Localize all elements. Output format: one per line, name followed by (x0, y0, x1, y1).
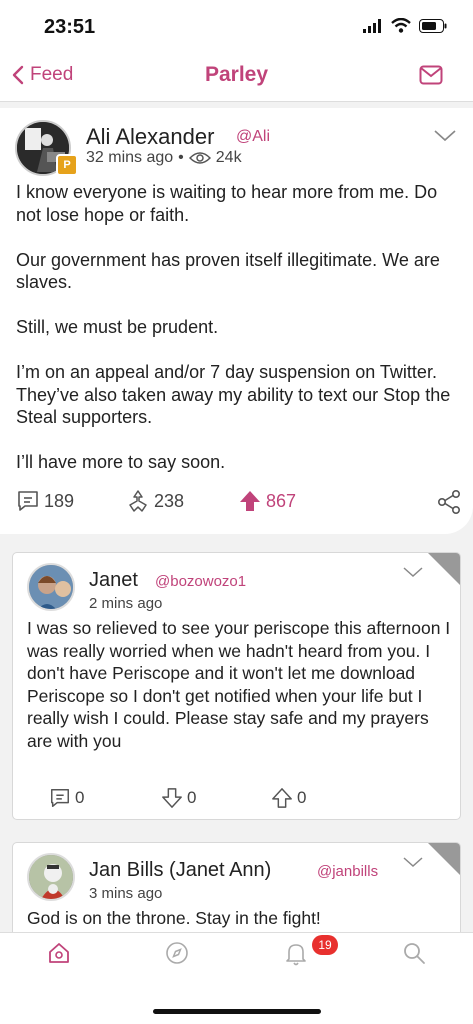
share-icon (437, 489, 460, 514)
verified-badge: P (56, 154, 78, 176)
chevron-down-icon[interactable] (434, 130, 456, 142)
post-body: I know everyone is waiting to hear more … (16, 182, 451, 472)
tab-discover[interactable] (165, 941, 189, 970)
comment-actions: 0 0 0 (49, 787, 449, 811)
comment-icon (51, 789, 69, 807)
upvote-count: 867 (266, 490, 297, 511)
comment-button[interactable]: 189 (16, 489, 74, 513)
bell-icon (286, 944, 306, 966)
echo-icon (129, 490, 147, 512)
post-actions: 189 238 867 (16, 489, 462, 519)
upvote-button[interactable]: 867 (238, 489, 296, 513)
home-icon (49, 943, 69, 963)
battery-icon (419, 18, 447, 33)
upvote-icon (272, 788, 292, 808)
avatar[interactable] (27, 563, 75, 611)
commenter-handle[interactable]: @bozowozo1 (155, 573, 246, 590)
meta-separator: • (178, 149, 184, 166)
post-meta: 32 mins ago • 24k (86, 149, 242, 167)
tab-search[interactable] (402, 941, 426, 970)
share-button[interactable] (436, 489, 462, 515)
author-handle[interactable]: @Ali (236, 128, 270, 146)
comment-count: 189 (44, 490, 75, 511)
corner-marker (428, 843, 460, 875)
reply-button[interactable]: 0 (49, 787, 84, 809)
view-count: 24k (215, 149, 242, 166)
downvote-icon (162, 788, 182, 808)
nav-bar: Feed Parley (0, 54, 473, 102)
wifi-icon (391, 18, 411, 33)
signal-icon (363, 18, 381, 33)
upvote-button[interactable]: 0 (271, 787, 306, 809)
echo-button[interactable]: 238 (126, 489, 184, 513)
corner-marker (428, 553, 460, 585)
eye-icon (188, 152, 211, 164)
comment-icon (18, 491, 38, 511)
comment-card[interactable]: Janet @bozowozo1 2 mins ago I was so rel… (12, 552, 461, 820)
commenter-name[interactable]: Jan Bills (Janet Ann) (89, 859, 271, 882)
author-name[interactable]: Ali Alexander (86, 124, 214, 150)
tab-home[interactable] (47, 941, 71, 970)
home-indicator (153, 1009, 321, 1014)
comment-body: I was so relieved to see your periscope … (27, 618, 451, 751)
mail-icon (419, 65, 443, 85)
commenter-name[interactable]: Janet (89, 569, 138, 592)
status-icons (363, 18, 447, 33)
reply-count: 0 (75, 788, 85, 807)
comment-time: 2 mins ago (89, 595, 163, 612)
chevron-down-icon[interactable] (403, 567, 423, 578)
downvote-count: 0 (187, 788, 197, 807)
downvote-button[interactable]: 0 (161, 787, 196, 809)
commenter-handle[interactable]: @janbills (317, 863, 378, 880)
status-time: 23:51 (44, 16, 96, 38)
comment-time: 3 mins ago (89, 885, 163, 902)
chevron-down-icon[interactable] (403, 857, 423, 868)
post-card[interactable]: P Ali Alexander @Ali 32 mins ago • 24k I… (0, 108, 473, 534)
upvote-icon (240, 491, 260, 511)
compass-icon (166, 942, 188, 964)
post-time: 32 mins ago (86, 149, 174, 166)
echo-count: 238 (154, 490, 185, 511)
tab-notifications[interactable] (284, 941, 308, 972)
notification-badge: 19 (312, 935, 338, 955)
search-icon (404, 943, 425, 964)
page-title: Parley (204, 63, 269, 86)
upvote-count: 0 (297, 788, 307, 807)
status-bar: 23:51 (0, 0, 473, 54)
messages-button[interactable] (419, 65, 443, 90)
comment-body: God is on the throne. Stay in the fight! (27, 908, 321, 928)
avatar[interactable] (27, 853, 75, 901)
